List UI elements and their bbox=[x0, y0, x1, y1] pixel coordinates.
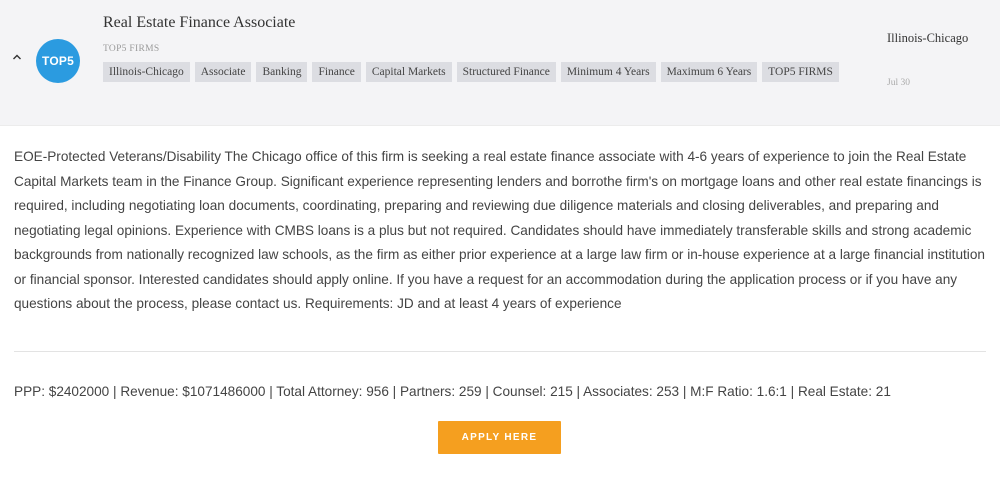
tag[interactable]: Banking bbox=[256, 62, 308, 82]
tag[interactable]: Structured Finance bbox=[456, 62, 556, 82]
tag[interactable]: Minimum 4 Years bbox=[560, 62, 656, 82]
chevron-up-icon bbox=[13, 54, 21, 60]
divider bbox=[14, 351, 986, 352]
collapse-button[interactable] bbox=[8, 48, 26, 66]
job-header[interactable]: TOP5 Real Estate Finance Associate TOP5 … bbox=[0, 0, 1000, 126]
firm-label: TOP5 FIRMS bbox=[103, 44, 160, 54]
tag[interactable]: Finance bbox=[312, 62, 361, 82]
tag[interactable]: Maximum 6 Years bbox=[660, 62, 758, 82]
firm-stats: PPP: $2402000 | Revenue: $1071486000 | T… bbox=[14, 384, 891, 399]
job-location: Illinois-Chicago bbox=[887, 31, 969, 45]
firm-logo: TOP5 bbox=[36, 39, 80, 83]
job-title[interactable]: Real Estate Finance Associate bbox=[103, 14, 295, 32]
posted-date: Jul 30 bbox=[887, 78, 910, 88]
job-description: EOE-Protected Veterans/Disability The Ch… bbox=[14, 149, 985, 311]
apply-button[interactable]: APPLY HERE bbox=[438, 421, 561, 454]
tag-list: Illinois-Chicago Associate Banking Finance C… bbox=[103, 62, 863, 82]
tag[interactable]: TOP5 FIRMS bbox=[762, 62, 839, 82]
firm-logo-text: TOP5 bbox=[42, 54, 74, 68]
tag[interactable]: Associate bbox=[194, 62, 252, 82]
tag[interactable]: Capital Markets bbox=[365, 62, 452, 82]
tag[interactable]: Illinois-Chicago bbox=[103, 62, 190, 82]
